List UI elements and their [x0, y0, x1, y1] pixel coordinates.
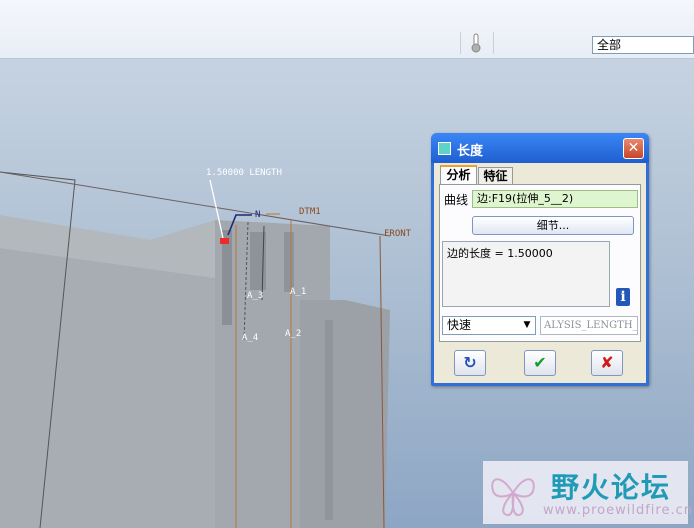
model-face [0, 248, 215, 528]
thermometer-icon[interactable] [469, 33, 483, 53]
dialog-body: 特征 分析 曲线 边:F19(拉伸_5__2) 细节... 边的长度 = 1.5… [434, 163, 646, 383]
close-button[interactable]: ✕ [623, 138, 644, 159]
dialog-title-bar[interactable]: 长度 ✕ [431, 133, 649, 163]
axis-label-a2: A_2 [285, 329, 302, 339]
top-toolbar: 全部 [0, 0, 694, 59]
dialog-title: 长度 [457, 144, 484, 159]
csys-marker: N [255, 210, 260, 220]
analysis-mode-select[interactable]: 快速 ▼ [442, 316, 536, 335]
details-button[interactable]: 细节... [472, 216, 634, 235]
watermark-url: www.proewildfire.cn [543, 503, 693, 518]
model-face [300, 300, 390, 528]
chevron-down-icon: ▼ [523, 320, 531, 330]
watermark: 野火论坛 www.proewildfire.cn [483, 461, 692, 524]
cancel-button[interactable]: ✘ [591, 350, 623, 376]
analysis-mode-value: 快速 [447, 318, 472, 332]
filter-select[interactable]: 全部 [592, 36, 694, 54]
model-slot [325, 320, 333, 520]
tab-analysis[interactable]: 分析 [440, 165, 477, 185]
model-slot [284, 232, 294, 292]
analysis-panel: 曲线 边:F19(拉伸_5__2) 细节... 边的长度 = 1.50000 i… [439, 184, 641, 342]
watermark-title: 野火论坛 [551, 471, 672, 504]
datum-label-dtm1: DTM1 [299, 207, 321, 217]
toolbar-separator [493, 32, 494, 54]
axis-label-a1: A_1 [290, 287, 307, 297]
length-dialog: 长度 ✕ 特征 分析 曲线 边:F19(拉伸_5__2) 细节... 边的长度 … [431, 133, 649, 386]
info-icon[interactable]: i [616, 288, 630, 306]
model-slot [222, 230, 232, 325]
curve-label: 曲线 [444, 193, 469, 207]
result-text-area[interactable]: 边的长度 = 1.50000 [442, 241, 610, 307]
curve-selection-field[interactable]: 边:F19(拉伸_5__2) [472, 190, 638, 208]
datum-label-front: FRONT [384, 229, 412, 239]
highlight-edge [220, 238, 229, 244]
axis-label-a3: A_3 [247, 291, 264, 301]
butterfly-logo-icon [491, 478, 535, 516]
toolbar-separator [460, 32, 461, 54]
axis-label-a4: A_4 [242, 333, 259, 343]
ok-button[interactable]: ✔ [524, 350, 556, 376]
dimension-label: 1.50000 LENGTH [206, 168, 282, 178]
repeat-button[interactable]: ↻ [454, 350, 486, 376]
tab-feature[interactable]: 特征 [478, 167, 513, 185]
dialog-app-icon [438, 142, 451, 155]
analysis-name-field[interactable]: ALYSIS_LENGTH_1 [540, 316, 638, 335]
